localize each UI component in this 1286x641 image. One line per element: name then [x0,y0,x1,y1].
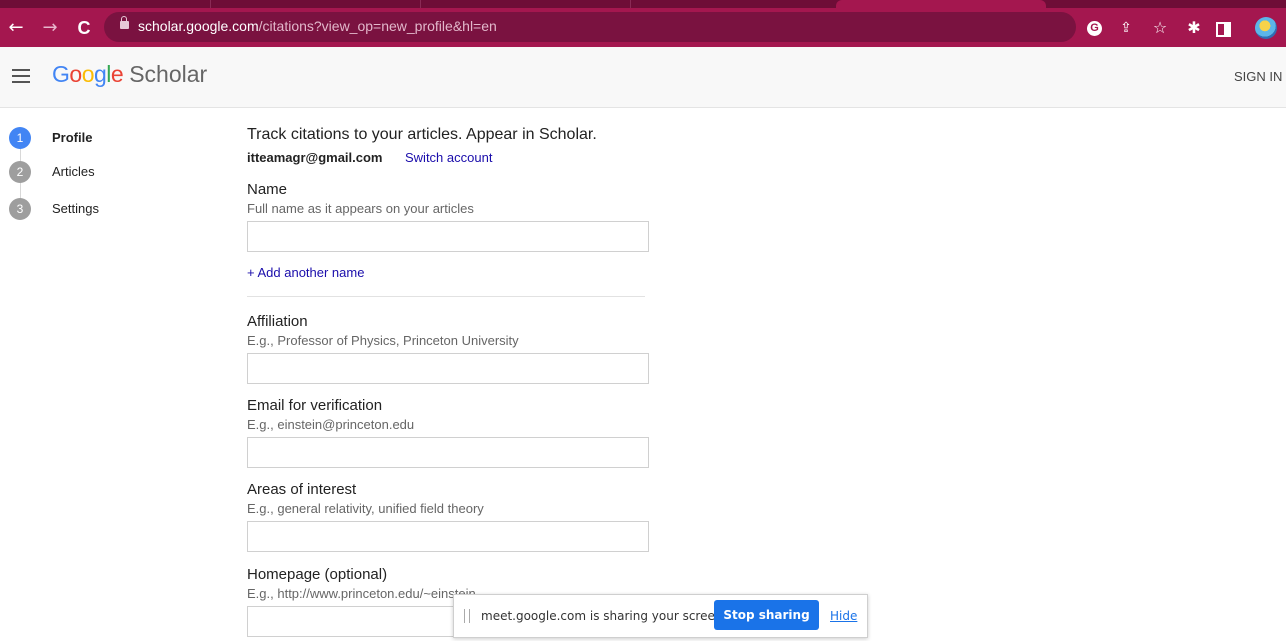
email-verification-input[interactable] [247,437,649,468]
account-email: itteamagr@gmail.com [247,150,383,165]
scholar-header: Google Scholar SIGN IN [0,47,1286,108]
name-hint: Full name as it appears on your articles [247,201,474,216]
browser-toolbar: ← → C scholar.google.com/citations?view_… [0,8,1286,47]
star-icon[interactable]: ☆ [1150,17,1170,39]
share-icon[interactable]: ⇪ [1116,17,1136,39]
page-title: Track citations to your articles. Appear… [247,126,597,143]
google-scholar-logo[interactable]: Google Scholar [52,61,207,88]
logo-letter: e [110,61,124,87]
email-verification-hint: E.g., einstein@princeton.edu [247,417,415,432]
areas-of-interest-hint: E.g., general relativity, unified field … [247,501,484,516]
logo-letter: g [93,61,107,87]
back-arrow-icon[interactable]: ← [4,16,28,40]
side-panel-icon[interactable] [1216,22,1231,37]
menu-icon[interactable] [12,69,30,83]
reload-icon[interactable]: C [72,16,96,40]
add-another-name-link[interactable]: + Add another name [247,265,364,280]
logo-letter: o [69,61,82,87]
extensions-icon[interactable]: ✱ [1184,17,1204,39]
browser-tab[interactable] [420,0,631,8]
areas-of-interest-input[interactable] [247,521,649,552]
url-host: scholar.google.com [138,18,259,34]
url-path: /citations?view_op=new_profile&hl=en [258,18,497,34]
lock-icon[interactable] [120,16,129,30]
drag-handle-icon[interactable] [464,609,470,623]
step-number: 3 [9,198,31,220]
affiliation-input[interactable] [247,353,649,384]
name-input[interactable] [247,221,649,252]
url-text[interactable]: scholar.google.com/citations?view_op=new… [138,18,497,34]
profile-avatar[interactable] [1255,17,1277,39]
step-label: Articles [52,164,95,179]
share-message: meet.google.com is sharing your screen. [481,609,727,623]
affiliation-label: Affiliation [247,313,308,330]
sign-in-button[interactable]: SIGN IN [1234,69,1282,84]
browser-tab[interactable] [0,0,211,8]
step-number: 1 [9,127,31,149]
stop-sharing-button[interactable]: Stop sharing [714,600,819,630]
homepage-hint: E.g., http://www.princeton.edu/~einstein [247,586,476,601]
forward-arrow-icon[interactable]: → [38,16,62,40]
homepage-label: Homepage (optional) [247,566,388,583]
affiliation-hint: E.g., Professor of Physics, Princeton Un… [247,333,519,348]
areas-of-interest-label: Areas of interest [247,481,357,498]
address-bar[interactable]: scholar.google.com/citations?view_op=new… [104,12,1076,42]
name-label: Name [247,181,288,198]
hide-button[interactable]: Hide [830,609,857,623]
divider [247,296,645,297]
screen-share-bar: meet.google.com is sharing your screen. … [453,594,868,638]
tab-strip [0,0,1286,8]
logo-letter: G [52,61,70,87]
email-verification-label: Email for verification [247,397,383,414]
google-icon[interactable]: G [1087,21,1102,36]
switch-account-link[interactable]: Switch account [405,150,492,165]
browser-tab[interactable] [210,0,421,8]
scholar-wordmark: Scholar [129,61,208,87]
step-label: Profile [52,130,93,145]
browser-tab-active[interactable] [836,0,1046,8]
logo-letter: o [81,61,95,87]
google-wordmark: Google [52,61,124,87]
step-label: Settings [52,201,99,216]
step-number: 2 [9,161,31,183]
